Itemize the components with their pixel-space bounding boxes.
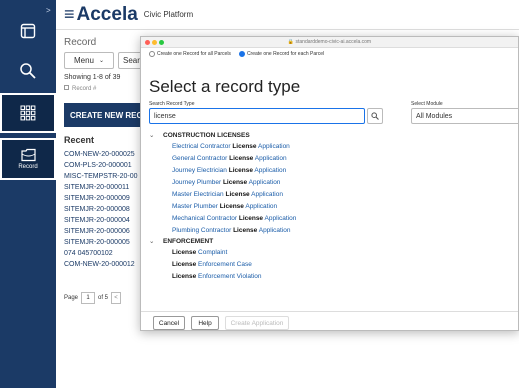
record-type-suffix: Application <box>253 155 287 162</box>
accela-logo: ≡ Accela Civic Platform <box>64 4 193 26</box>
radio-each-parcel-label: Create one Record for each Parcel <box>246 51 325 57</box>
record-type-match: License <box>232 143 257 150</box>
record-type-item[interactable]: Plumbing Contractor License Application <box>149 225 509 237</box>
chevron-down-icon: ⌄ <box>98 58 105 64</box>
accela-logo-icon: ≡ <box>64 4 75 24</box>
record-type-suffix: Application <box>257 227 291 234</box>
page-input[interactable]: 1 <box>81 292 96 304</box>
showing-count: Showing 1-8 of 39 <box>64 74 121 81</box>
apps-nav-item[interactable] <box>0 93 56 133</box>
help-button[interactable]: Help <box>191 316 219 330</box>
page-total: of 5 <box>98 295 109 301</box>
record-type-suffix: Application <box>249 191 283 198</box>
radio-one-record[interactable] <box>149 51 155 57</box>
record-nav-item[interactable]: Record <box>0 138 56 180</box>
dialog-footer-divider <box>141 311 518 312</box>
chevron-down-icon: ⌄ <box>149 238 155 245</box>
recent-heading: Recent <box>64 135 95 145</box>
left-nav: > Record <box>0 0 56 388</box>
radio-one-record-label: Create one Record for all Parcels <box>157 51 231 57</box>
record-type-prefix: Master Plumber <box>172 203 220 210</box>
lock-icon: 🔒 <box>287 39 295 45</box>
record-type-prefix: Journey Plumber <box>172 179 223 186</box>
dashboard-nav-item[interactable] <box>0 16 56 46</box>
record-type-item[interactable]: General Contractor License Application <box>149 153 509 165</box>
prev-page-button[interactable]: < <box>111 292 122 304</box>
record-type-suffix: Enforcement Violation <box>196 273 262 280</box>
record-type-item[interactable]: License Complaint <box>149 247 509 259</box>
select-module-label: Select Module <box>411 101 443 107</box>
search-icon <box>371 112 379 120</box>
search-record-type-input[interactable]: license <box>149 108 365 124</box>
category-construction-licenses[interactable]: ⌄ CONSTRUCTION LICENSES <box>149 131 509 141</box>
record-type-prefix: Plumbing Contractor <box>172 227 234 234</box>
record-nav-label: Record <box>18 164 38 170</box>
record-type-suffix: Application <box>252 167 287 174</box>
product-name: Civic Platform <box>143 10 194 19</box>
select-module-dropdown[interactable]: All Modules <box>411 108 519 124</box>
record-type-prefix: General Contractor <box>172 155 230 162</box>
record-type-item[interactable]: Master Plumber License Application <box>149 201 509 213</box>
pager: Page 1 of 5 < <box>64 292 122 304</box>
record-type-suffix: Application <box>256 143 290 150</box>
record-type-item[interactable]: License Enforcement Case <box>149 259 509 271</box>
record-type-suffix: Application <box>247 179 281 186</box>
search-record-type-label: Search Record Type <box>149 101 195 107</box>
record-type-match: License <box>172 261 197 268</box>
record-type-prefix: Mechanical Contractor <box>172 215 239 222</box>
url-bar: 🔒 standarddemo-civic-ai.accela.com <box>141 39 518 45</box>
record-type-prefix: Journey Electrician <box>172 167 229 174</box>
record-type-prefix: Master Electrician <box>172 191 226 198</box>
record-type-match: License <box>219 203 244 210</box>
category-enforcement[interactable]: ⌄ ENFORCEMENT <box>149 237 509 247</box>
expand-nav-icon[interactable]: > <box>46 6 51 15</box>
record-type-suffix: Enforcement Case <box>196 261 252 268</box>
record-creation-options: Create one Record for all Parcels Create… <box>149 51 324 57</box>
record-type-match: License <box>172 273 197 280</box>
record-type-match: License <box>229 155 254 162</box>
record-type-item[interactable]: Electrical Contractor License Applicatio… <box>149 141 509 153</box>
search-nav-item[interactable] <box>0 56 56 86</box>
record-column-label: Record # <box>72 86 97 92</box>
record-type-item[interactable]: Master Electrician License Application <box>149 189 509 201</box>
menu-dropdown[interactable]: Menu ⌄ <box>64 52 114 69</box>
record-type-match: License <box>233 227 258 234</box>
dialog-title: Select a record type <box>149 77 301 96</box>
record-type-item[interactable]: License Enforcement Violation <box>149 271 509 283</box>
create-application-button[interactable]: Create Application <box>225 316 289 330</box>
record-type-prefix: Electrical Contractor <box>172 143 233 150</box>
record-type-suffix: Application <box>263 215 297 222</box>
record-type-match: License <box>225 191 250 198</box>
record-type-match: License <box>172 249 197 256</box>
record-column-header: Record # <box>64 85 96 92</box>
dialog-titlebar: 🔒 standarddemo-civic-ai.accela.com <box>141 37 518 48</box>
menu-label: Menu <box>73 56 94 65</box>
cancel-button[interactable]: Cancel <box>153 316 185 330</box>
record-type-suffix: Application <box>243 203 278 210</box>
record-type-item[interactable]: Journey Electrician License Application <box>149 165 509 177</box>
top-bar: ≡ Accela Civic Platform <box>56 0 519 30</box>
record-type-suffix: Complaint <box>196 249 228 256</box>
url-text: standarddemo-civic-ai.accela.com <box>295 39 372 45</box>
page-label: Page <box>64 295 79 301</box>
window-icon <box>20 23 36 39</box>
select-all-checkbox[interactable] <box>64 85 69 90</box>
record-type-match: License <box>222 179 248 186</box>
search-icon <box>20 63 36 79</box>
page-title: Record <box>64 37 97 48</box>
brand-name: Accela <box>76 3 138 25</box>
record-type-match: License <box>238 215 264 222</box>
record-type-item[interactable]: Mechanical Contractor License Applicatio… <box>149 213 509 225</box>
radio-each-parcel[interactable] <box>238 51 245 57</box>
grid-icon <box>20 105 36 121</box>
chevron-down-icon: ⌄ <box>149 132 155 139</box>
search-record-type-button[interactable] <box>367 108 383 124</box>
select-record-type-dialog: 🔒 standarddemo-civic-ai.accela.com Creat… <box>140 36 519 331</box>
record-type-results: ⌄ CONSTRUCTION LICENSES Electrical Contr… <box>149 131 509 283</box>
record-icon <box>20 148 36 162</box>
record-type-match: License <box>228 167 253 174</box>
record-type-item[interactable]: Journey Plumber License Application <box>149 177 509 189</box>
category-label: CONSTRUCTION LICENSES <box>163 132 250 139</box>
category-label: ENFORCEMENT <box>163 238 214 245</box>
